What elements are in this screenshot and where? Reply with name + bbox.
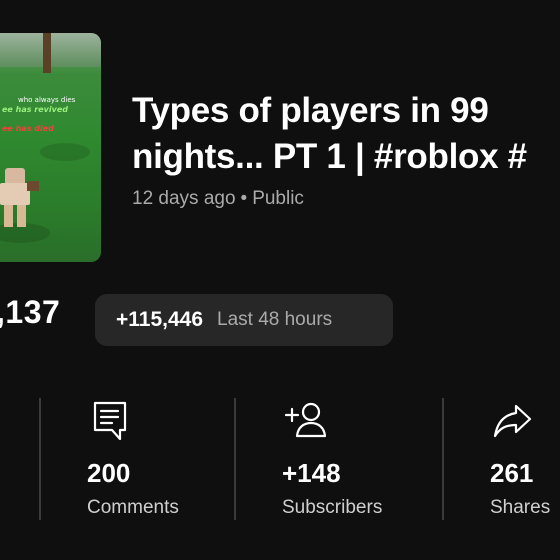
thumbnail-grass-patch [40, 143, 90, 161]
stat-divider [234, 398, 236, 520]
recent-views-period: Last 48 hours [217, 309, 333, 330]
thumbnail-caption-revived: ee has revived [2, 105, 68, 114]
video-title[interactable]: Types of players in 99 nights... PT 1 | … [132, 88, 560, 180]
stat-subscribers-value: +148 [282, 458, 341, 488]
stat-comments-label: Comments [87, 497, 179, 518]
stat-shares-label: Shares [490, 497, 551, 518]
recent-views-chip[interactable]: +115,446 Last 48 hours [95, 294, 393, 346]
video-visibility: Public [252, 188, 304, 209]
stat-divider [442, 398, 444, 520]
stat-shares-value: 261 [490, 458, 534, 488]
add-person-icon [284, 400, 328, 445]
thumbnail-caption-top: who always dies [18, 96, 76, 104]
thumbnail-tree [43, 33, 51, 73]
video-title-line-2: nights... PT 1 | #roblox # [132, 137, 527, 176]
character-arm [27, 181, 39, 191]
share-icon [492, 400, 534, 445]
stat-divider [39, 398, 41, 520]
comment-icon [92, 400, 128, 447]
character-leg [4, 205, 13, 227]
stat-comments-value: 200 [87, 458, 131, 488]
meta-separator: • [240, 188, 248, 209]
view-count: ,137 [0, 294, 61, 330]
thumbnail-caption-died: ee has died [2, 124, 54, 133]
video-title-line-1: Types of players in 99 [132, 91, 489, 130]
character-body [0, 183, 30, 205]
video-thumbnail[interactable]: who always dies ee has revived ee has di… [0, 33, 101, 262]
recent-views-delta: +115,446 [116, 308, 204, 331]
video-age: 12 days ago [132, 188, 236, 209]
video-meta: 12 days ago • Public [132, 188, 304, 210]
character-leg [17, 205, 26, 227]
stat-subscribers-label: Subscribers [282, 497, 383, 518]
